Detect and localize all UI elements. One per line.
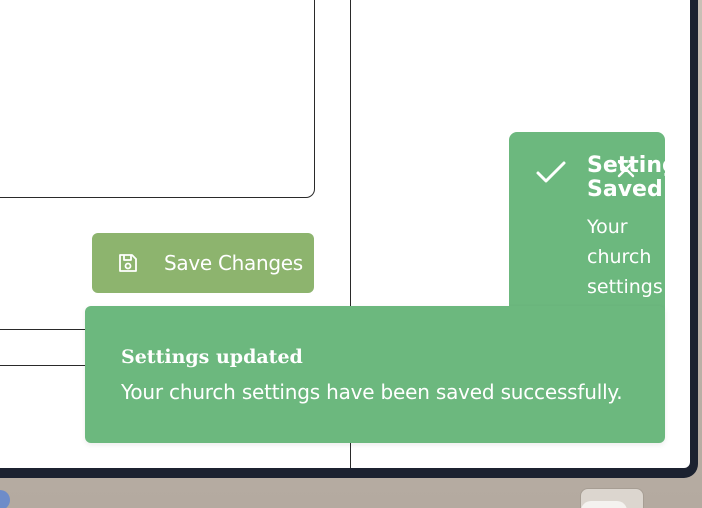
save-changes-button[interactable]: Save Changes	[92, 233, 314, 293]
toast-settings-updated: Settings updated Your church settings ha…	[85, 306, 665, 443]
dock-app-icon[interactable]	[0, 490, 10, 508]
dock-app-icon[interactable]	[580, 488, 644, 508]
settings-content-panel	[0, 0, 315, 198]
save-changes-label: Save Changes	[164, 251, 303, 275]
toast-message: Your church settings	[587, 216, 663, 298]
toast-message: Your church settings have been saved suc…	[121, 380, 623, 404]
save-icon	[116, 251, 140, 275]
app-window: Save Changes Setting Saved Your church s…	[0, 0, 690, 468]
toast-title: Settings updated	[121, 346, 303, 368]
checkmark-icon	[535, 160, 567, 186]
toast-setting-saved: Setting Saved Your church settings	[509, 132, 665, 322]
close-icon[interactable]	[615, 158, 637, 180]
